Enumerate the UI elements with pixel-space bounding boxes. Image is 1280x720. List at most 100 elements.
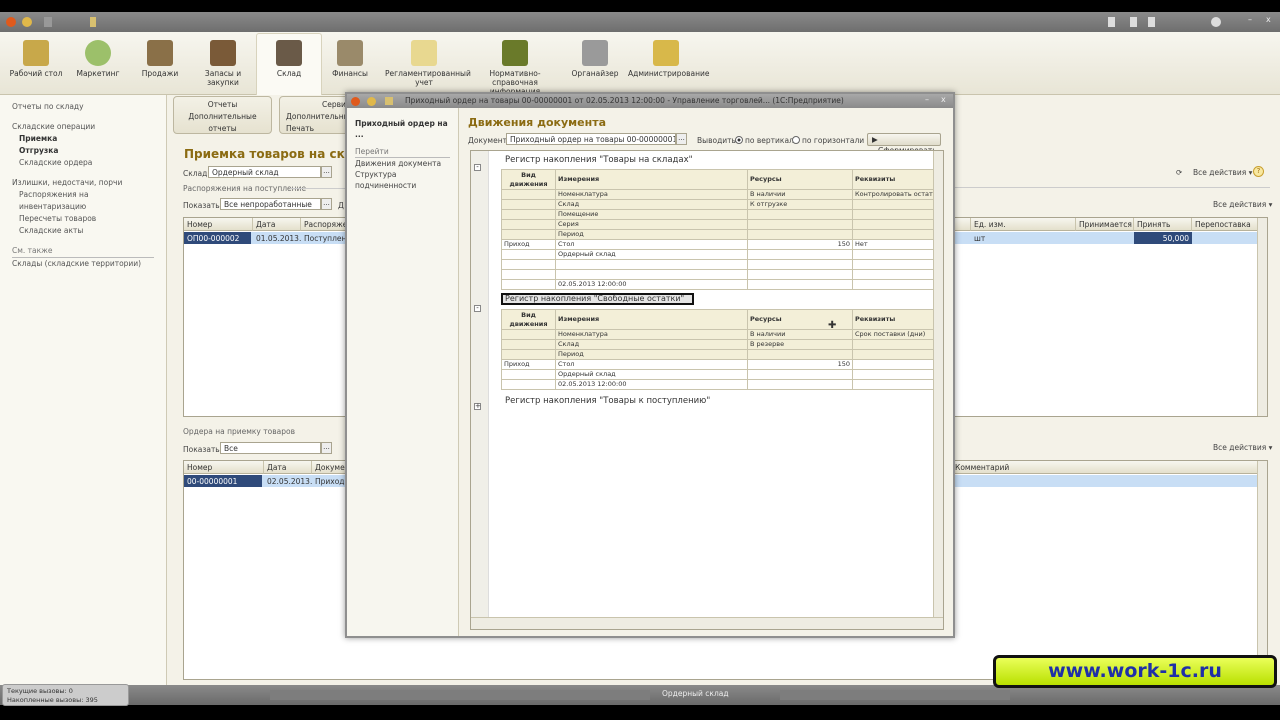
close-icon[interactable]: x xyxy=(1266,15,1276,25)
col-date[interactable]: Дата xyxy=(264,461,312,474)
1c-logo-icon[interactable] xyxy=(6,17,16,27)
radio-vertical[interactable] xyxy=(735,136,743,144)
value-cell[interactable]: 150 xyxy=(747,239,853,250)
show2-filter-field[interactable]: Все xyxy=(220,442,321,454)
col-comment[interactable]: Комментарий xyxy=(952,461,1259,474)
value-cell[interactable] xyxy=(747,259,853,270)
col-number[interactable]: Номер xyxy=(184,218,253,231)
value-cell[interactable]: 150 xyxy=(747,359,853,370)
nav-movements[interactable]: Движения документа xyxy=(355,158,450,169)
collapse-icon[interactable]: - xyxy=(474,164,481,171)
value-cell[interactable]: 02.05.2013 12:00:00 xyxy=(555,379,748,390)
value-cell[interactable] xyxy=(555,259,748,270)
value-cell[interactable] xyxy=(501,259,556,270)
taskbar-item-warehouse[interactable]: Ордерный склад xyxy=(662,689,729,698)
value-cell[interactable] xyxy=(852,279,934,290)
info-icon[interactable] xyxy=(1211,17,1221,27)
value-cell[interactable]: Приход xyxy=(501,359,556,370)
show2-filter-button[interactable]: ... xyxy=(321,442,332,454)
field-cell[interactable] xyxy=(852,349,934,360)
radio-horizontal[interactable] xyxy=(792,136,800,144)
service-link[interactable]: Дополнительные xyxy=(286,111,348,123)
help-icon[interactable]: ? xyxy=(1253,166,1264,177)
additional-reports-link[interactable]: Дополнительные отчеты xyxy=(174,111,271,135)
field-cell[interactable]: Период xyxy=(555,349,748,360)
nav-structure[interactable]: Структура подчиненности xyxy=(355,169,450,191)
value-cell[interactable] xyxy=(852,369,934,380)
1c-logo-icon[interactable] xyxy=(351,97,360,106)
expand-icon[interactable]: + xyxy=(474,403,481,410)
field-cell[interactable] xyxy=(501,199,556,210)
nav-receiving[interactable]: Приемка xyxy=(12,133,154,145)
taskbar-item[interactable] xyxy=(780,690,1010,700)
section-marketing[interactable]: Маркетинг xyxy=(65,34,131,94)
report-hscroll[interactable] xyxy=(471,617,943,629)
register-2-title[interactable]: Регистр накопления "Свободные остатки" xyxy=(501,293,694,305)
field-cell[interactable] xyxy=(852,339,934,350)
favorites-icon[interactable] xyxy=(90,17,96,27)
section-admin[interactable]: Администрирование xyxy=(628,34,710,94)
nav-reports[interactable]: Отчеты по складу xyxy=(12,101,154,113)
cell-number[interactable]: ОП00-000002 xyxy=(184,232,251,244)
items-all-actions-menu[interactable]: Все действия ▾ xyxy=(1213,200,1272,209)
field-cell[interactable] xyxy=(747,219,853,230)
value-cell[interactable] xyxy=(747,279,853,290)
section-sales[interactable]: Продажи xyxy=(127,34,193,94)
field-cell[interactable]: В наличии xyxy=(747,329,853,340)
col-date[interactable]: Дата xyxy=(253,218,301,231)
nav-warehouse-orders[interactable]: Складские ордера xyxy=(12,157,154,169)
field-cell[interactable] xyxy=(501,349,556,360)
value-cell[interactable]: Ордерный склад xyxy=(555,249,748,260)
section-organizer[interactable]: Органайзер xyxy=(562,34,628,94)
field-cell[interactable]: Срок поставки (дни) xyxy=(852,329,934,340)
field-cell[interactable] xyxy=(501,229,556,240)
orders-scrollbar[interactable] xyxy=(1257,218,1267,416)
value-cell[interactable] xyxy=(501,269,556,280)
field-cell[interactable]: Помещение xyxy=(555,209,748,220)
calendar-icon[interactable] xyxy=(1148,17,1155,27)
cell-date[interactable]: 02.05.2013... xyxy=(264,475,312,487)
nav-acts[interactable]: Складские акты xyxy=(12,225,154,237)
minimize-icon[interactable]: – xyxy=(1248,15,1258,25)
back-icon[interactable] xyxy=(44,17,52,27)
document-select-button[interactable]: ... xyxy=(676,133,687,145)
nav-shipping[interactable]: Отгрузка xyxy=(12,145,154,157)
field-cell[interactable]: К отгрузке xyxy=(747,199,853,210)
value-cell[interactable] xyxy=(852,379,934,390)
value-cell[interactable] xyxy=(501,379,556,390)
show-filter-button[interactable]: ... xyxy=(321,198,332,210)
cell-unit[interactable]: шт xyxy=(971,232,1071,244)
warehouse-field[interactable]: Ордерный склад xyxy=(208,166,321,178)
cell-date[interactable]: 01.05.2013... xyxy=(253,232,301,244)
cell-number[interactable]: 00-00000001 xyxy=(184,475,262,487)
col-overdelivery[interactable]: Перепоставка xyxy=(1192,218,1259,231)
generate-button[interactable]: ▶ Сформировать xyxy=(867,133,941,155)
section-finance[interactable]: Финансы xyxy=(317,34,383,94)
field-cell[interactable] xyxy=(501,219,556,230)
radio-horizontal-label[interactable]: по горизонтали xyxy=(802,136,864,145)
field-cell[interactable]: Контролировать остат xyxy=(852,189,934,200)
section-purchases[interactable]: Запасы и закупки xyxy=(190,34,256,94)
taskbar-item[interactable] xyxy=(270,690,650,700)
collapse-icon[interactable]: - xyxy=(474,305,481,312)
nav-inventory-orders[interactable]: Распоряжения на инвентаризацию xyxy=(12,189,154,213)
nav-recounts[interactable]: Пересчеты товаров xyxy=(12,213,154,225)
value-cell[interactable] xyxy=(852,249,934,260)
report-spreadsheet[interactable]: - - + Регистр накопления "Товары на скла… xyxy=(470,150,944,630)
cell-accept[interactable]: 50,000 xyxy=(1134,232,1192,244)
report-vscroll[interactable] xyxy=(933,151,943,617)
field-cell[interactable] xyxy=(852,229,934,240)
close-icon[interactable]: x xyxy=(941,95,946,104)
field-cell[interactable] xyxy=(501,329,556,340)
window-menu-icon[interactable] xyxy=(367,97,376,106)
col-unit[interactable]: Ед. изм. xyxy=(971,218,1076,231)
radio-vertical-label[interactable]: по вертикали xyxy=(745,136,799,145)
warehouse-select-button[interactable]: ... xyxy=(321,166,332,178)
history-icon[interactable] xyxy=(1108,17,1115,27)
receipts-scrollbar[interactable] xyxy=(1257,461,1267,679)
field-cell[interactable]: Склад xyxy=(555,199,748,210)
field-cell[interactable] xyxy=(501,339,556,350)
nav-document-link[interactable]: Приходный ордер на ... xyxy=(355,118,450,140)
section-regulated[interactable]: Регламентированный учет xyxy=(385,34,471,94)
value-cell[interactable] xyxy=(747,379,853,390)
